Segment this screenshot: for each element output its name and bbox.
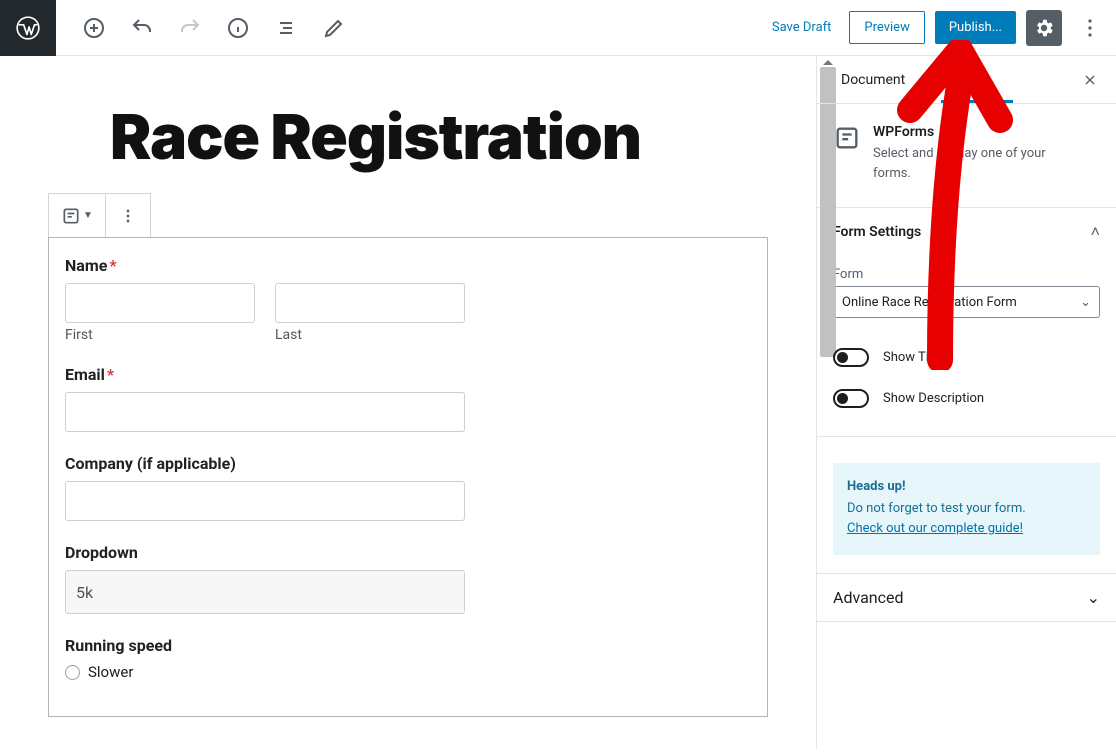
more-options-button[interactable] xyxy=(1072,10,1108,46)
heads-up-notice: Heads up! Do not forget to test your for… xyxy=(833,463,1100,555)
chevron-down-icon: ⌄ xyxy=(1080,295,1091,310)
field-dropdown: Dropdown 5k xyxy=(65,543,751,614)
company-label: Company (if applicable) xyxy=(65,454,751,473)
field-company: Company (if applicable) xyxy=(65,454,751,521)
form-preview: Name* First Last xyxy=(48,237,768,717)
company-input[interactable] xyxy=(65,481,465,521)
last-name-input[interactable] xyxy=(275,283,465,323)
running-speed-label: Running speed xyxy=(65,636,751,655)
form-icon xyxy=(833,124,861,152)
toggle-show-title[interactable] xyxy=(833,348,869,367)
toggle-show-title-row: Show Title xyxy=(833,348,1100,367)
wpforms-block[interactable]: ▼ Name* First xyxy=(48,193,768,717)
form-icon xyxy=(61,206,81,226)
wordpress-icon xyxy=(15,15,41,41)
dropdown-select[interactable]: 5k xyxy=(65,570,465,614)
panel-form-settings-toggle[interactable]: Form Settings ˄ xyxy=(817,208,1116,257)
advanced-title: Advanced xyxy=(833,588,904,607)
panel-advanced-toggle[interactable]: Advanced ⌄ xyxy=(817,573,1116,622)
form-select-label: Form xyxy=(833,267,1100,282)
required-asterisk: * xyxy=(107,365,114,384)
edit-mode-button[interactable] xyxy=(316,10,352,46)
kebab-icon xyxy=(1078,16,1102,40)
editor-scrollbar[interactable] xyxy=(820,60,836,752)
add-icon xyxy=(82,16,106,40)
toggle-show-description[interactable] xyxy=(833,389,869,408)
chevron-up-icon: ˄ xyxy=(1091,222,1100,242)
gear-icon xyxy=(1033,17,1055,39)
radio-icon xyxy=(65,665,80,680)
speed-option-slower[interactable]: Slower xyxy=(65,663,751,681)
notice-heading: Heads up! xyxy=(847,477,1086,497)
tab-block[interactable]: Block xyxy=(937,56,988,103)
outline-icon xyxy=(274,16,298,40)
undo-button[interactable] xyxy=(124,10,160,46)
notice-body: Do not forget to test your form. xyxy=(847,501,1026,516)
block-toolbar: ▼ xyxy=(48,193,151,237)
email-label: Email* xyxy=(65,365,751,384)
block-info-title: WPForms xyxy=(873,124,1046,140)
editor-canvas[interactable]: Race Registration ▼ Name* xyxy=(0,56,816,749)
block-info: WPForms Select and display one of your f… xyxy=(817,104,1116,208)
close-sidebar-button[interactable] xyxy=(1074,72,1106,88)
undo-icon xyxy=(130,16,154,40)
dropdown-label: Dropdown xyxy=(65,543,751,562)
field-running-speed: Running speed Slower xyxy=(65,636,751,681)
notice-guide-link[interactable]: Check out our complete guide! xyxy=(847,521,1023,536)
edit-icon xyxy=(322,16,346,40)
settings-sidebar: Document Block WPForms Select and displa… xyxy=(816,56,1116,749)
block-more-button[interactable] xyxy=(106,194,150,237)
toolbar-left xyxy=(56,10,352,46)
sidebar-tabs: Document Block xyxy=(817,56,1116,104)
field-email: Email* xyxy=(65,365,751,432)
editor-top-bar: Save Draft Preview Publish... xyxy=(0,0,1116,56)
block-info-desc: Select and display one of your forms. xyxy=(873,144,1046,183)
wp-logo[interactable] xyxy=(0,0,56,56)
block-navigation-button[interactable] xyxy=(268,10,304,46)
settings-toggle-button[interactable] xyxy=(1026,10,1062,46)
first-name-sublabel: First xyxy=(65,327,255,343)
publish-button[interactable]: Publish... xyxy=(935,11,1016,44)
chevron-down-icon: ⌄ xyxy=(1087,588,1100,607)
panel-form-settings-body: Form Online Race Registration Form ⌄ Sho… xyxy=(817,257,1116,437)
page-title[interactable]: Race Registration xyxy=(0,104,816,193)
required-asterisk: * xyxy=(109,256,116,275)
toggle-show-title-label: Show Title xyxy=(883,350,943,365)
content-info-button[interactable] xyxy=(220,10,256,46)
block-type-button[interactable]: ▼ xyxy=(49,194,106,237)
toggle-show-desc-label: Show Description xyxy=(883,391,984,406)
email-input[interactable] xyxy=(65,392,465,432)
speed-option-label: Slower xyxy=(88,663,133,681)
toggle-show-desc-row: Show Description xyxy=(833,389,1100,408)
redo-button[interactable] xyxy=(172,10,208,46)
form-select[interactable]: Online Race Registration Form ⌄ xyxy=(833,286,1100,318)
form-select-value: Online Race Registration Form xyxy=(842,295,1017,310)
toolbar-right: Save Draft Preview Publish... xyxy=(764,10,1116,46)
name-label: Name* xyxy=(65,256,751,275)
scroll-thumb[interactable] xyxy=(820,67,836,357)
preview-button[interactable]: Preview xyxy=(849,11,924,44)
save-draft-button[interactable]: Save Draft xyxy=(764,20,840,35)
close-icon xyxy=(1082,72,1098,88)
redo-icon xyxy=(178,16,202,40)
kebab-icon xyxy=(118,206,138,226)
field-name: Name* First Last xyxy=(65,256,751,343)
form-settings-title: Form Settings xyxy=(833,224,921,240)
tab-document[interactable]: Document xyxy=(833,56,913,103)
last-name-sublabel: Last xyxy=(275,327,465,343)
chevron-down-icon: ▼ xyxy=(83,210,93,221)
add-block-button[interactable] xyxy=(76,10,112,46)
first-name-input[interactable] xyxy=(65,283,255,323)
info-icon xyxy=(226,16,250,40)
